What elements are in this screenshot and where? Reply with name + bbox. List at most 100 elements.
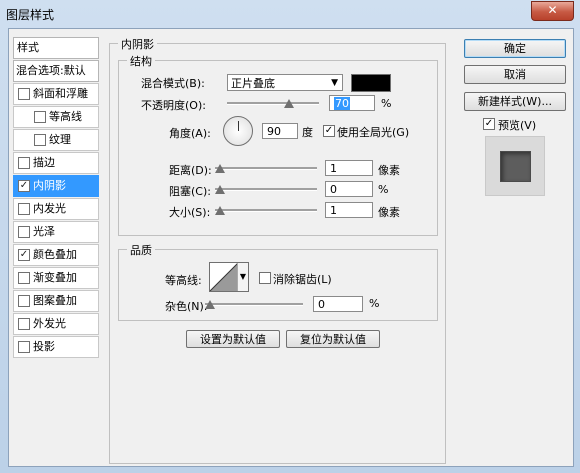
distance-slider-track bbox=[215, 167, 317, 170]
size-input[interactable]: 1 bbox=[325, 202, 373, 218]
noise-slider-thumb[interactable] bbox=[205, 300, 215, 309]
choke-unit: % bbox=[378, 183, 389, 196]
sidebar-item[interactable]: ✓ 内阴影 bbox=[13, 175, 99, 197]
antialias-label: 消除锯齿(L) bbox=[273, 273, 332, 286]
blend-mode-value: 正片叠底 bbox=[231, 77, 275, 90]
contour-label: 等高线: bbox=[165, 274, 202, 287]
noise-input[interactable]: 0 bbox=[313, 296, 363, 312]
size-slider[interactable] bbox=[215, 205, 317, 217]
reset-default-button[interactable]: 复位为默认值 bbox=[286, 330, 380, 348]
sidebar-item-label: 纹理 bbox=[49, 133, 71, 146]
sidebar-item[interactable]: 描边 bbox=[13, 152, 99, 174]
choke-label: 阻塞(C): bbox=[169, 185, 211, 198]
choke-input[interactable]: 0 bbox=[325, 181, 373, 197]
sidebar-item-checkbox[interactable] bbox=[18, 157, 30, 169]
inner-shadow-title: 内阴影 bbox=[118, 36, 157, 52]
sidebar-item-checkbox[interactable]: ✓ bbox=[18, 180, 30, 192]
sidebar-item[interactable]: 外发光 bbox=[13, 313, 99, 335]
sidebar-item[interactable]: 纹理 bbox=[13, 129, 99, 151]
sidebar-item-checkbox[interactable] bbox=[18, 272, 30, 284]
angle-label: 角度(A): bbox=[169, 127, 211, 140]
sidebar-item-label: 内发光 bbox=[33, 202, 66, 215]
sidebar-item-checkbox[interactable] bbox=[18, 341, 30, 353]
sidebar-item-label: 斜面和浮雕 bbox=[33, 87, 88, 100]
dialog-client: 样式 混合选项:默认 斜面和浮雕 等高线 纹理 描边 ✓ 内阴影 内发光 光泽 ✓ 颜色叠加 渐变叠… bbox=[8, 28, 574, 467]
global-light-checkbox[interactable]: ✓ bbox=[323, 125, 335, 137]
inner-shadow-group: 内阴影 结构 混合模式(B): 正片叠底 ▼ 不透明度(O): 70 % 角度(… bbox=[109, 36, 446, 464]
sidebar-item-checkbox[interactable] bbox=[34, 111, 46, 123]
angle-dial[interactable] bbox=[223, 116, 253, 146]
angle-value: 90 bbox=[267, 125, 281, 138]
sidebar-item[interactable]: 渐变叠加 bbox=[13, 267, 99, 289]
sidebar-item-checkbox[interactable]: ✓ bbox=[18, 249, 30, 261]
distance-slider-thumb[interactable] bbox=[215, 164, 225, 173]
sidebar-item-label: 外发光 bbox=[33, 317, 66, 330]
choke-slider-thumb[interactable] bbox=[215, 185, 225, 194]
styles-sidebar: 样式 混合选项:默认 斜面和浮雕 等高线 纹理 描边 ✓ 内阴影 内发光 光泽 ✓ 颜色叠加 渐变叠… bbox=[13, 37, 99, 462]
sidebar-item[interactable]: 等高线 bbox=[13, 106, 99, 128]
opacity-value: 70 bbox=[334, 97, 350, 110]
angle-dial-needle bbox=[238, 121, 239, 131]
size-value: 1 bbox=[330, 204, 337, 217]
noise-unit: % bbox=[369, 297, 380, 310]
noise-label: 杂色(N): bbox=[165, 300, 208, 313]
choke-slider[interactable] bbox=[215, 184, 317, 196]
sidebar-item[interactable]: 光泽 bbox=[13, 221, 99, 243]
contour-curve-icon bbox=[210, 263, 238, 291]
distance-slider[interactable] bbox=[215, 163, 317, 175]
choke-value: 0 bbox=[330, 183, 337, 196]
distance-input[interactable]: 1 bbox=[325, 160, 373, 176]
set-default-button[interactable]: 设置为默认值 bbox=[186, 330, 280, 348]
sidebar-item[interactable]: ✓ 颜色叠加 bbox=[13, 244, 99, 266]
cancel-button[interactable]: 取消 bbox=[464, 65, 566, 84]
title-bar: 图层样式 ✕ bbox=[0, 0, 580, 28]
window-title: 图层样式 bbox=[6, 8, 55, 22]
style-preview bbox=[485, 136, 545, 196]
sidebar-style-list: 斜面和浮雕 等高线 纹理 描边 ✓ 内阴影 内发光 光泽 ✓ 颜色叠加 渐变叠加 图案叠加 外发光 投影 bbox=[13, 83, 99, 358]
quality-group: 品质 等高线: ▼ 消除锯齿(L) 杂色(N): 0 % bbox=[118, 242, 438, 321]
distance-unit: 像素 bbox=[378, 164, 400, 177]
sidebar-item-checkbox[interactable] bbox=[18, 295, 30, 307]
shadow-color-swatch[interactable] bbox=[351, 74, 391, 92]
sidebar-item-checkbox[interactable] bbox=[18, 203, 30, 215]
preview-checkbox[interactable]: ✓ bbox=[483, 118, 495, 130]
angle-input[interactable]: 90 bbox=[262, 123, 298, 139]
structure-title: 结构 bbox=[127, 53, 155, 69]
sidebar-blend-options[interactable]: 混合选项:默认 bbox=[13, 60, 99, 82]
sidebar-item-label: 颜色叠加 bbox=[33, 248, 77, 261]
sidebar-item-checkbox[interactable] bbox=[18, 226, 30, 238]
size-label: 大小(S): bbox=[169, 206, 211, 219]
distance-value: 1 bbox=[330, 162, 337, 175]
sidebar-item[interactable]: 投影 bbox=[13, 336, 99, 358]
structure-group: 结构 混合模式(B): 正片叠底 ▼ 不透明度(O): 70 % 角度(A): … bbox=[118, 53, 438, 236]
ok-button[interactable]: 确定 bbox=[464, 39, 566, 58]
layer-style-dialog: 图层样式 ✕ 样式 混合选项:默认 斜面和浮雕 等高线 纹理 描边 ✓ 内阴影 内发光 光泽 ✓… bbox=[0, 0, 580, 473]
noise-slider[interactable] bbox=[205, 299, 303, 311]
close-button[interactable]: ✕ bbox=[531, 1, 574, 21]
sidebar-item-checkbox[interactable] bbox=[18, 88, 30, 100]
sidebar-item-checkbox[interactable] bbox=[18, 318, 30, 330]
new-style-button[interactable]: 新建样式(W)... bbox=[464, 92, 566, 111]
opacity-slider-thumb[interactable] bbox=[284, 99, 295, 108]
opacity-slider-track bbox=[227, 102, 319, 105]
sidebar-item-checkbox[interactable] bbox=[34, 134, 46, 146]
antialias-checkbox[interactable] bbox=[259, 272, 271, 284]
angle-unit: 度 bbox=[302, 126, 313, 139]
size-slider-track bbox=[215, 209, 317, 212]
sidebar-header[interactable]: 样式 bbox=[13, 37, 99, 59]
sidebar-item-label: 光泽 bbox=[33, 225, 55, 238]
blend-mode-select[interactable]: 正片叠底 ▼ bbox=[227, 74, 343, 91]
opacity-input[interactable]: 70 bbox=[329, 95, 375, 111]
sidebar-item-label: 等高线 bbox=[49, 110, 82, 123]
distance-label: 距离(D): bbox=[169, 164, 212, 177]
choke-slider-track bbox=[215, 188, 317, 191]
size-slider-thumb[interactable] bbox=[215, 206, 225, 215]
contour-picker[interactable]: ▼ bbox=[209, 262, 249, 292]
sidebar-item[interactable]: 图案叠加 bbox=[13, 290, 99, 312]
sidebar-item[interactable]: 斜面和浮雕 bbox=[13, 83, 99, 105]
contour-dropdown-icon[interactable]: ▼ bbox=[237, 263, 248, 291]
chevron-down-icon: ▼ bbox=[331, 78, 338, 88]
sidebar-item[interactable]: 内发光 bbox=[13, 198, 99, 220]
opacity-slider[interactable] bbox=[227, 98, 319, 110]
blend-mode-label: 混合模式(B): bbox=[141, 77, 205, 90]
